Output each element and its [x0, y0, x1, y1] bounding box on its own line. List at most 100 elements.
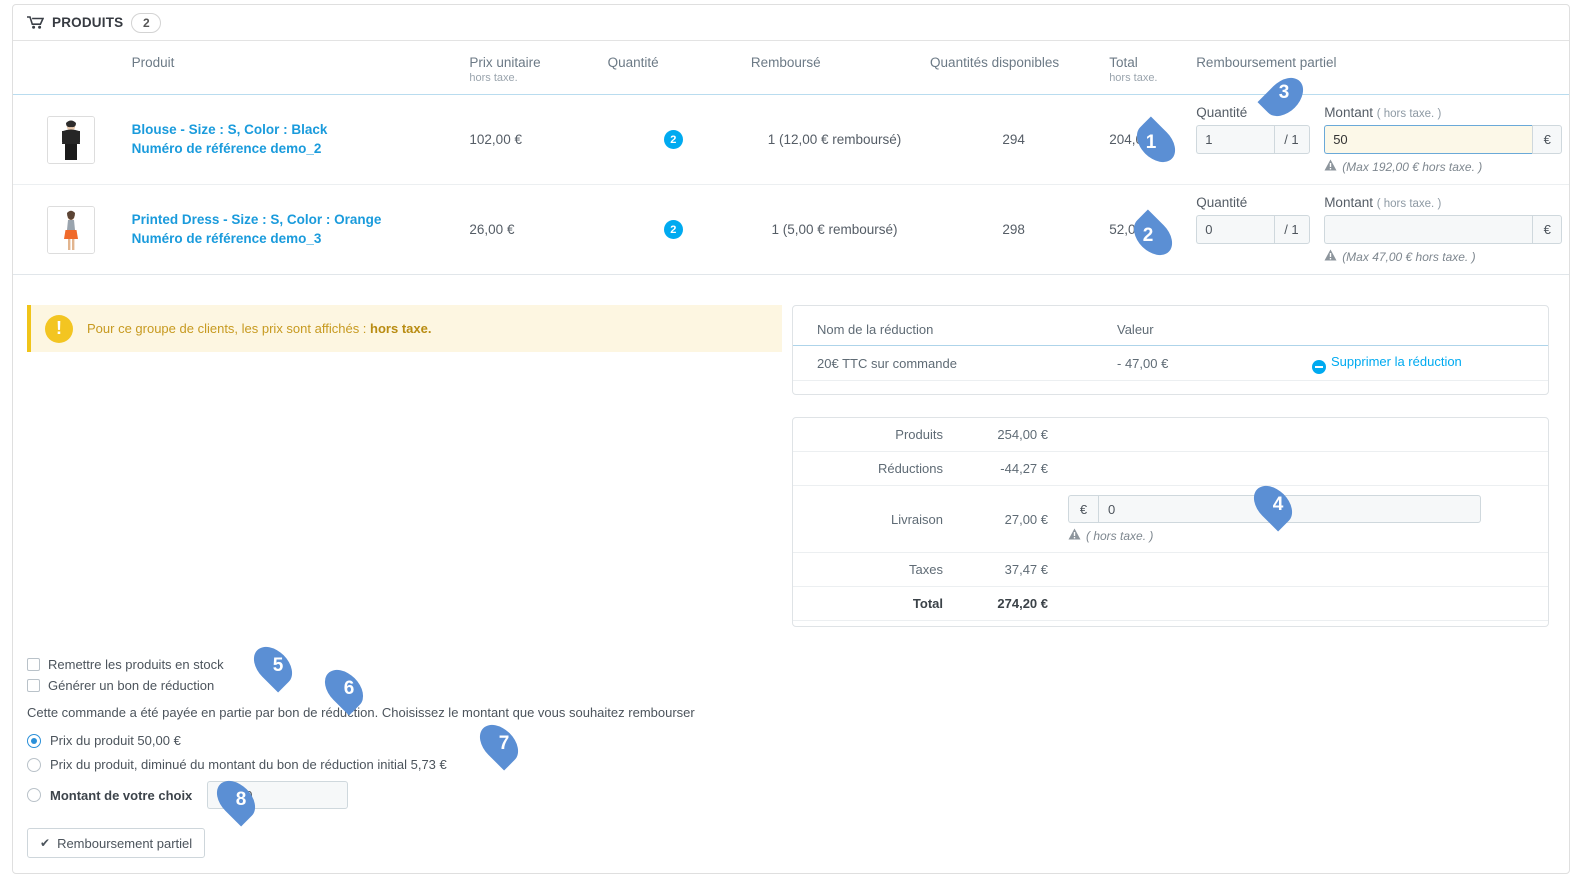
callout-marker-4: 4	[1242, 478, 1304, 532]
refunded-cell: 1 (12,00 € remboursé)	[744, 94, 925, 185]
available-cell: 294	[924, 94, 1104, 185]
totals-value: 274,20 €	[953, 586, 1058, 621]
table-row: Blouse - Size : S, Color : Black Numéro …	[13, 94, 1569, 185]
discount-name: 20€ TTC sur commande	[793, 345, 1093, 381]
product-image-blouse	[47, 115, 95, 164]
cart-icon	[27, 16, 44, 29]
totals-label: Livraison	[793, 485, 953, 553]
refund-options: Remettre les produits en stock Générer u…	[27, 657, 787, 858]
shipping-note-text: ( hors taxe. )	[1086, 528, 1154, 543]
totals-label: Réductions	[793, 451, 953, 486]
shipping-currency-addon: €	[1068, 495, 1098, 523]
refund-choice-row-3: Montant de votre choix €	[27, 781, 787, 809]
refund-choice-label[interactable]: Prix du produit, diminué du montant du b…	[50, 757, 447, 772]
totals-row-discounts: Réductions -44,27 €	[793, 451, 1548, 486]
product-link[interactable]: Printed Dress - Size : S, Color : Orange	[132, 211, 458, 229]
currency-addon: €	[1532, 125, 1563, 154]
products-panel: PRODUITS 2 Produit Prix unitaire hors ta…	[12, 4, 1570, 874]
totals-row-products: Produits 254,00 €	[793, 418, 1548, 452]
col-available: Quantités disponibles	[924, 41, 1104, 95]
partial-amount-input[interactable]	[1324, 215, 1533, 244]
callout-marker-8: 8	[205, 773, 267, 827]
totals-value: 37,47 €	[953, 552, 1058, 587]
callout-marker-2: 2	[1122, 209, 1184, 263]
warning-triangle-icon	[1068, 528, 1081, 543]
marker-number: 3	[1278, 82, 1290, 103]
warning-triangle-icon	[1324, 249, 1337, 264]
col-quantity: Quantité	[601, 41, 745, 95]
totals-box: Produits 254,00 € Réductions -44,27 € Li…	[792, 417, 1549, 627]
voucher-option-row: Générer un bon de réduction	[27, 678, 787, 693]
quantity-badge: 2	[663, 220, 683, 239]
partial-max-text: (Max 192,00 € hors taxe. )	[1342, 159, 1483, 174]
product-name-cell: Printed Dress - Size : S, Color : Orange…	[125, 184, 464, 275]
refund-choice-label[interactable]: Prix du produit 50,00 €	[50, 733, 181, 748]
col-thumbnail	[13, 41, 126, 95]
restock-checkbox[interactable]	[27, 658, 40, 671]
check-icon: ✔	[40, 836, 51, 850]
totals-extra	[1058, 552, 1548, 587]
totals-value: -44,27 €	[953, 451, 1058, 486]
partial-amount-input[interactable]	[1324, 125, 1533, 154]
callout-marker-3: 3	[1253, 70, 1315, 124]
unit-price: 102,00 €	[463, 94, 602, 185]
partial-qty-input[interactable]	[1196, 215, 1275, 244]
partial-qty-input[interactable]	[1196, 125, 1275, 154]
available-cell: 298	[924, 184, 1104, 275]
discount-action-cell: Supprimer la réduction	[1288, 345, 1548, 381]
col-refunded: Remboursé	[744, 41, 925, 95]
refund-choice-row-2: Prix du produit, diminué du montant du b…	[27, 757, 787, 772]
product-name-cell: Blouse - Size : S, Color : Black Numéro …	[125, 94, 464, 185]
refund-choice-radio-product-price[interactable]	[27, 733, 41, 748]
partial-amount-group: Montant ( hors taxe. ) €	[1324, 105, 1563, 174]
tax-alert-text: Pour ce groupe de clients, les prix sont…	[87, 321, 432, 336]
partial-qty-label: Quantité	[1196, 195, 1248, 210]
warning-triangle-icon	[1324, 159, 1337, 174]
restock-label[interactable]: Remettre les produits en stock	[48, 657, 224, 672]
callout-marker-5: 5	[242, 639, 304, 693]
partial-qty-max: / 1	[1274, 125, 1311, 154]
refund-choice-row-1: Prix du produit 50,00 €	[27, 733, 787, 748]
totals-value: 27,00 €	[953, 485, 1058, 553]
products-table: Produit Prix unitaire hors taxe. Quantit…	[13, 41, 1569, 275]
col-product: Produit	[125, 41, 464, 95]
marker-number: 1	[1145, 132, 1157, 153]
refund-choice-radio-custom[interactable]	[27, 788, 41, 802]
generate-voucher-checkbox[interactable]	[27, 679, 40, 692]
callout-marker-6: 6	[313, 662, 375, 716]
order-refund-page: PRODUITS 2 Produit Prix unitaire hors ta…	[0, 0, 1588, 885]
refund-choice-radio-minus-voucher[interactable]	[27, 757, 41, 772]
callout-marker-7: 7	[468, 717, 530, 771]
generate-voucher-label[interactable]: Générer un bon de réduction	[48, 678, 214, 693]
partial-qty-group: Quantité / 1	[1196, 195, 1311, 244]
totals-extra	[1058, 418, 1548, 452]
marker-number: 4	[1272, 494, 1284, 515]
remove-discount-link[interactable]: Supprimer la réduction	[1312, 354, 1462, 374]
totals-row-shipping: Livraison 27,00 € € 0 (hors taxe.)	[793, 485, 1548, 553]
product-reference-link[interactable]: Numéro de référence demo_3	[132, 230, 458, 248]
product-thumb-cell	[13, 184, 126, 275]
totals-row-taxes: Taxes 37,47 €	[793, 552, 1548, 587]
marker-number: 5	[272, 655, 284, 676]
tax-display-alert: ! Pour ce groupe de clients, les prix so…	[27, 305, 782, 352]
quantity-cell: 2	[601, 184, 745, 275]
col-total: Total hors taxe.	[1103, 41, 1191, 95]
partial-refund-button[interactable]: ✔ Remboursement partiel	[27, 828, 206, 858]
discounts-header-row: Nom de la réduction Valeur	[793, 318, 1548, 346]
refund-choice-label[interactable]: Montant de votre choix	[50, 788, 192, 803]
shipping-tax-note: ( hors taxe. )	[1068, 528, 1538, 543]
products-table-head: Produit Prix unitaire hors taxe. Quantit…	[13, 41, 1569, 95]
minus-circle-icon	[1312, 360, 1326, 374]
marker-number: 8	[235, 789, 247, 810]
panel-header: PRODUITS 2	[13, 5, 1569, 41]
partial-max-note: (Max 192,00 € hors taxe. )	[1324, 159, 1562, 174]
products-table-body: Blouse - Size : S, Color : Black Numéro …	[13, 94, 1569, 275]
partial-refund-button-label: Remboursement partiel	[57, 835, 193, 851]
table-row: Printed Dress - Size : S, Color : Orange…	[13, 184, 1569, 275]
product-link[interactable]: Blouse - Size : S, Color : Black	[132, 121, 458, 139]
partial-max-text: (Max 47,00 € hors taxe. )	[1342, 249, 1476, 264]
col-partial-refund: Remboursement partiel	[1190, 41, 1569, 95]
discounts-table-body: 20€ TTC sur commande - 47,00 € Supprimer…	[793, 345, 1548, 381]
discount-value: - 47,00 €	[1093, 345, 1288, 381]
product-reference-link[interactable]: Numéro de référence demo_2	[132, 140, 458, 158]
